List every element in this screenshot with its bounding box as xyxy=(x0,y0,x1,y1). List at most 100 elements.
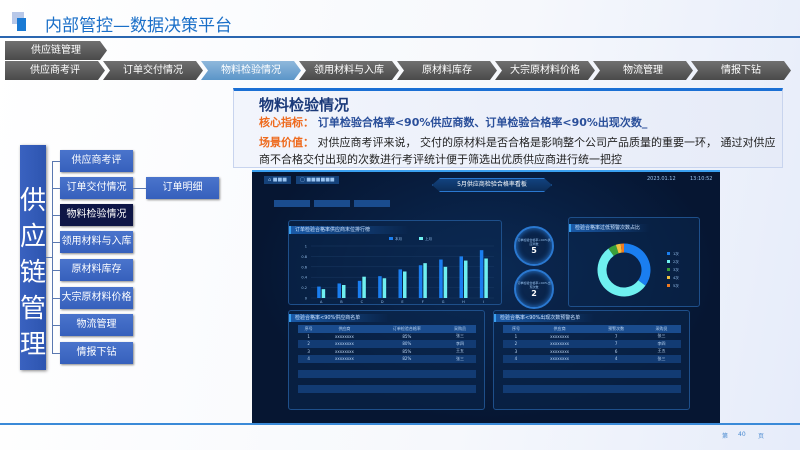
tree-item[interactable]: 原材料库存 xyxy=(60,259,133,281)
dash-home-button[interactable]: ⌂ ■■■ xyxy=(264,176,291,184)
page-title: 内部管控—数据决策平台 xyxy=(45,16,232,36)
table-cell xyxy=(370,378,444,386)
table-cell xyxy=(444,363,476,371)
table-row xyxy=(503,370,681,378)
stat1-value: 5 xyxy=(531,246,537,255)
table-row xyxy=(503,363,681,371)
page-suffix: 页 xyxy=(758,433,765,440)
bar-上月-A xyxy=(321,289,326,298)
donut-chart: 1次 2次 3次 4次 5次 xyxy=(597,243,679,297)
core-metric-text: 订单检验合格率<90%供应商数、订单检验合格率<90%出现次数_ xyxy=(317,116,648,129)
table-cell: xxxxxxxx xyxy=(334,333,354,339)
bar-本月-E xyxy=(398,269,402,298)
legend-swatch xyxy=(667,284,670,287)
table-cell: xxxxxxxx xyxy=(528,355,591,363)
tree-connector xyxy=(52,270,60,271)
legend-swatch xyxy=(667,276,670,279)
dash-filter-1[interactable] xyxy=(274,200,310,207)
breadcrumb-step-label: 情报下钻 xyxy=(721,65,761,76)
table-cell xyxy=(319,378,369,386)
table-header: 序号 xyxy=(298,325,320,333)
donut-slice xyxy=(597,248,646,297)
tree-item[interactable]: 物流管理 xyxy=(60,314,133,336)
tree-connector xyxy=(52,353,60,354)
breadcrumb-root-label: 供应链管理 xyxy=(31,45,81,56)
bar-chart-panel: 订单检验合格率供应商末位排行榜 0 0.2 0.4 0.6 0.8 1 本月 上月 A B C D E F… xyxy=(288,220,502,305)
tree-item[interactable]: 供应商考评 xyxy=(60,150,133,172)
table-cell: 6 xyxy=(614,348,618,354)
table-cell: 2 xyxy=(503,340,529,348)
info-panel: 物料检验情况 核心指标： 订单检验合格率<90%供应商数、订单检验合格率<90%… xyxy=(233,88,783,168)
table-row: 3 xxxxxxxx 6 王五 xyxy=(503,348,681,356)
stat1-label: 订单检验合格率<90%供应商数 xyxy=(517,238,551,246)
table-cell xyxy=(503,378,529,386)
bar-本月-I xyxy=(479,250,484,298)
bar-本月-D xyxy=(378,276,382,298)
table-cell: 4 xyxy=(590,355,643,363)
breadcrumb-step[interactable]: 领用材料与入库 xyxy=(299,61,399,80)
breadcrumb-step[interactable]: 原材料库存 xyxy=(397,61,497,80)
tree-child-order-detail[interactable]: 订单明细 xyxy=(146,177,219,199)
x-tick-label: E xyxy=(401,300,403,304)
core-metric-label: 核心指标： xyxy=(259,116,314,129)
table-cell xyxy=(528,370,591,378)
table-cell: xxxxxxxx xyxy=(528,340,591,348)
dash-filter-3[interactable] xyxy=(354,200,390,207)
footer-divider xyxy=(0,423,800,425)
table2-title: 检验合格率<90%出现次数预警名单 xyxy=(494,314,594,322)
bar-上月-H xyxy=(464,260,468,298)
legend-label: 4次 xyxy=(673,275,679,280)
stat-card-1: 订单检验合格率<90%供应商数 5 xyxy=(514,226,554,266)
breadcrumb-step[interactable]: 情报下钻 xyxy=(691,61,791,80)
table-header: 序号 xyxy=(503,325,529,333)
table-header: 供应商 xyxy=(319,325,370,333)
tree-item[interactable]: 订单交付情况 xyxy=(60,177,133,199)
y-tick-label: 0.8 xyxy=(301,255,307,259)
tree-item[interactable]: 领用材料与入库 xyxy=(60,231,133,253)
table-cell xyxy=(369,385,445,393)
x-tick-label: H xyxy=(462,300,465,304)
breadcrumb-step[interactable]: 供应商考评 xyxy=(5,61,105,80)
breadcrumb-step[interactable]: 物料检验情况 xyxy=(201,61,301,80)
breadcrumb-step-label: 供应商考评 xyxy=(30,65,80,76)
table-cell: xxxxxxxx xyxy=(550,333,570,339)
table-cell xyxy=(298,385,320,393)
bar-chart: 0 0.2 0.4 0.6 0.8 1 本月 上月 A B C D E F G H I xyxy=(301,236,494,304)
dash-back-button[interactable]: ▢ ■■■■■■ xyxy=(296,176,339,184)
breadcrumb-step[interactable]: 大宗原材料价格 xyxy=(495,61,595,80)
x-tick-label: I xyxy=(483,300,484,304)
breadcrumb-step[interactable]: 物流管理 xyxy=(593,61,693,80)
breadcrumb-step[interactable]: 订单交付情况 xyxy=(103,61,203,80)
table-cell xyxy=(298,370,320,378)
table-cell: 李四 xyxy=(444,340,476,348)
table-cell: 李四 xyxy=(642,340,681,348)
legend-label: 上月 xyxy=(425,236,432,241)
table-cell: 3 xyxy=(514,348,518,354)
table-cell: 王五 xyxy=(456,348,465,354)
table-cell xyxy=(590,370,643,378)
legend-label: 3次 xyxy=(673,267,679,272)
table-cell xyxy=(642,378,681,386)
dash-filter-2[interactable] xyxy=(314,200,350,207)
table-row: 3 xxxxxxxx 85% 王五 xyxy=(298,348,476,356)
table-cell xyxy=(642,385,681,393)
table-cell xyxy=(590,363,642,371)
bar-本月-G xyxy=(439,259,443,298)
tree-item[interactable]: 情报下钻 xyxy=(60,342,133,364)
legend-label: 5次 xyxy=(673,283,679,288)
tree-connector xyxy=(52,161,60,162)
tree-connector xyxy=(52,242,60,243)
tree-item[interactable]: 大宗原材料价格 xyxy=(60,287,133,309)
bar-上月-B xyxy=(342,285,346,298)
tree-connector xyxy=(52,188,60,189)
bar-本月-H xyxy=(459,256,463,298)
donut-slice xyxy=(615,243,622,254)
tree-item[interactable]: 物料检验情况 xyxy=(60,204,133,226)
table-cell xyxy=(529,378,590,386)
breadcrumb-root[interactable]: 供应链管理 xyxy=(5,41,107,60)
table-header: 采购员 xyxy=(444,325,476,333)
table-row xyxy=(298,363,476,371)
table1: 序号 供应商 订单检验合格率 采购员 1 xxxxxxxx 85% 张三 2 xxxxxxxx 80… xyxy=(298,325,476,393)
breadcrumb-step-label: 领用材料与入库 xyxy=(314,65,384,76)
donut-slice xyxy=(608,244,619,256)
